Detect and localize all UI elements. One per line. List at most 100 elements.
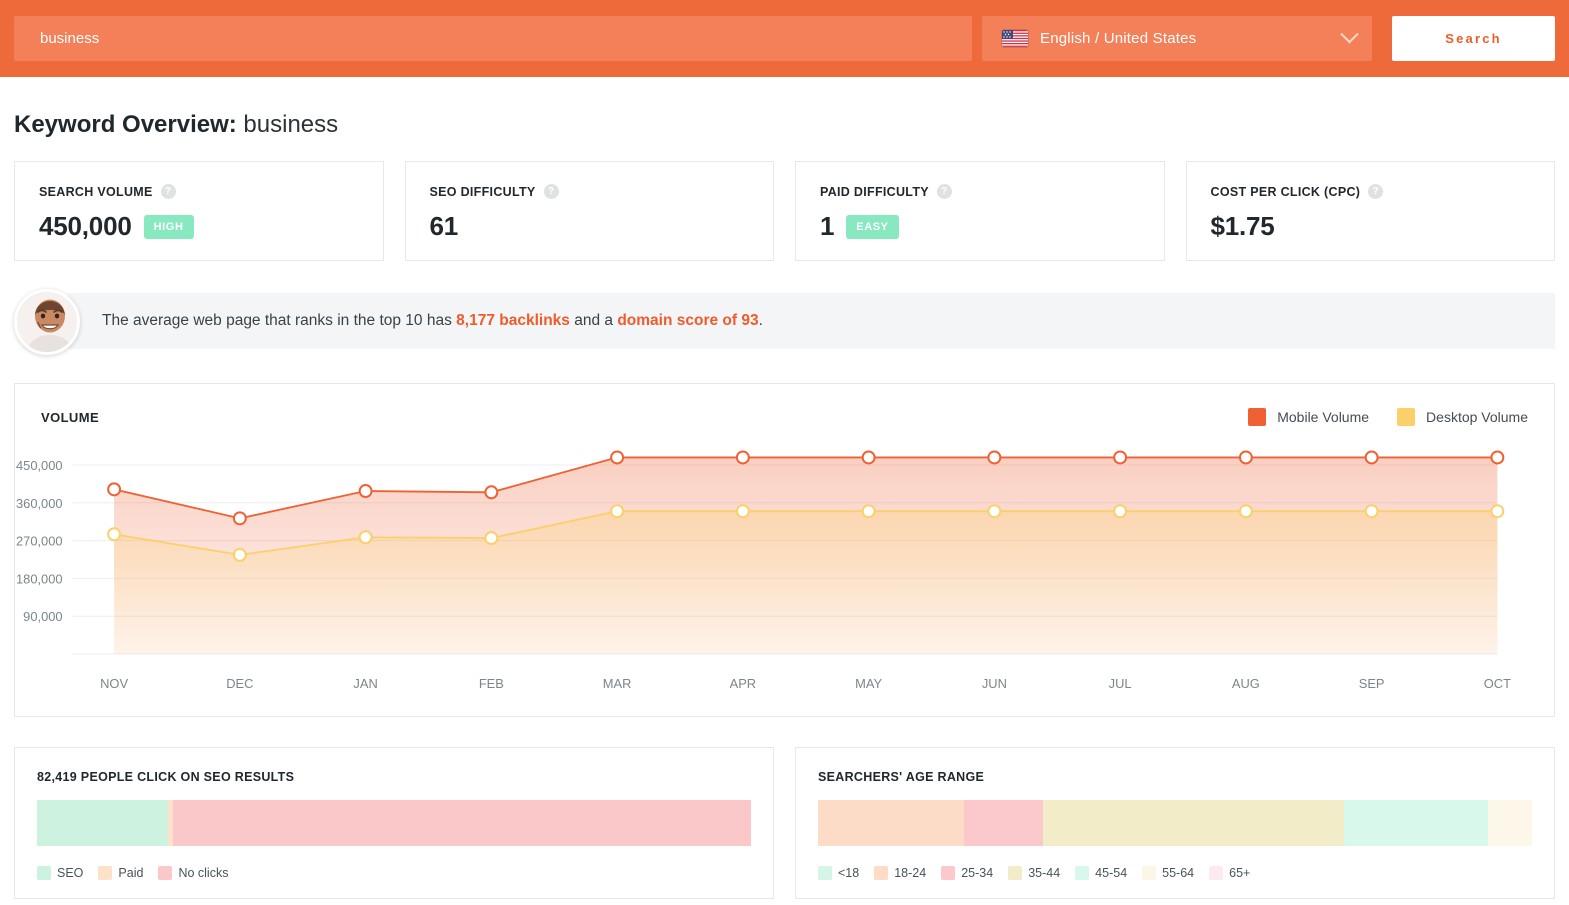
seo-clicks-segment[interactable] — [172, 800, 751, 846]
data-point[interactable] — [735, 504, 750, 519]
data-point[interactable] — [861, 504, 876, 519]
age-range-segment[interactable] — [1344, 800, 1488, 846]
legend-swatch-mobile — [1248, 408, 1267, 426]
age-range-segment[interactable] — [1487, 800, 1532, 846]
data-point[interactable] — [1490, 504, 1505, 519]
legend-swatch-desktop — [1397, 408, 1416, 426]
status-badge: HIGH — [143, 214, 194, 239]
metric-card-seo-difficulty: SEO DIFFICULTY ? 61 — [404, 161, 774, 261]
x-axis-tick-label: JAN — [353, 676, 377, 691]
card-label: SEO DIFFICULTY — [429, 184, 536, 199]
data-point[interactable] — [107, 482, 122, 497]
age-range-segment[interactable] — [818, 800, 965, 846]
data-point[interactable] — [610, 504, 625, 519]
age-range-legend-item[interactable]: <18 — [818, 866, 859, 880]
data-point[interactable] — [1364, 504, 1379, 519]
volume-chart: 90,000 180,000 270,000 360,000 450,000 NOV DEC… — [15, 426, 1554, 716]
seo-clicks-bar — [37, 800, 751, 846]
age-range-legend-item[interactable]: 18-24 — [874, 866, 926, 880]
data-point[interactable] — [1364, 450, 1379, 465]
search-input[interactable] — [14, 16, 972, 61]
data-point[interactable] — [358, 530, 373, 545]
help-icon[interactable]: ? — [936, 184, 952, 199]
x-axis-tick-label: NOV — [100, 676, 128, 691]
help-icon[interactable]: ? — [543, 184, 559, 199]
card-label: PAID DIFFICULTY — [820, 184, 929, 199]
x-axis-tick-label: FEB — [479, 676, 504, 691]
age-range-legend-item[interactable]: 25-34 — [941, 866, 993, 880]
age-range-legend-item[interactable]: 35-44 — [1008, 866, 1060, 880]
x-axis-tick-label: APR — [730, 676, 756, 691]
card-header: SEARCH VOLUME ? — [39, 184, 359, 199]
data-point[interactable] — [1238, 450, 1253, 465]
legend-item-mobile[interactable]: Mobile Volume — [1248, 408, 1369, 426]
age-range-legend-item[interactable]: 55-64 — [1142, 866, 1194, 880]
volume-panel: VOLUME Mobile Volume Desktop Volume 90,0… — [14, 383, 1555, 717]
metric-cards: SEARCH VOLUME ? 450,000 HIGH SEO DIFFICU… — [14, 161, 1555, 261]
age-range-legend-swatch — [1008, 866, 1023, 880]
y-axis-tick-label: 360,000 — [16, 496, 63, 511]
language-label: English / United States — [1040, 30, 1197, 47]
card-header: COST PER CLICK (CPC) ? — [1211, 184, 1531, 199]
data-point[interactable] — [1238, 504, 1253, 519]
age-range-segment[interactable] — [964, 800, 1043, 846]
x-axis-tick-label: AUG — [1232, 676, 1260, 691]
search-button[interactable]: Search — [1392, 16, 1555, 61]
data-point[interactable] — [861, 450, 876, 465]
data-point[interactable] — [232, 547, 247, 562]
data-point[interactable] — [484, 531, 499, 546]
card-value-row: 450,000 HIGH — [39, 211, 359, 242]
help-icon[interactable]: ? — [1368, 184, 1384, 199]
card-value: 61 — [429, 211, 459, 241]
insight-highlight-domain-score: domain score of 93 — [617, 312, 759, 329]
age-range-legend-swatch — [1209, 866, 1224, 880]
insight-text-part1: The average web page that ranks in the t… — [102, 312, 457, 329]
card-value: 1 — [820, 211, 835, 241]
data-point[interactable] — [987, 504, 1002, 519]
seo-clicks-legend-label: Paid — [118, 866, 144, 880]
age-range-legend-label: 55-64 — [1162, 866, 1195, 880]
age-range-title: SEARCHERS' AGE RANGE — [818, 770, 985, 784]
data-point[interactable] — [610, 450, 625, 465]
help-icon[interactable]: ? — [160, 184, 176, 199]
language-selector[interactable]: English / United States — [982, 16, 1372, 61]
age-range-legend: <18 18-24 25-34 35-44 45-54 55-64 65+ — [818, 866, 1532, 880]
age-range-bar — [818, 800, 1532, 846]
seo-clicks-legend-item[interactable]: SEO — [37, 866, 83, 880]
insight-highlight-backlinks: 8,177 backlinks — [456, 312, 570, 329]
volume-chart-svg: 90,000 180,000 270,000 360,000 450,000 NOV DEC… — [16, 450, 1511, 691]
metric-card-cpc: COST PER CLICK (CPC) ? $1.75 — [1185, 161, 1555, 261]
data-point[interactable] — [484, 485, 499, 500]
data-point[interactable] — [358, 484, 373, 499]
data-point[interactable] — [735, 450, 750, 465]
seo-clicks-legend-label: No clicks — [178, 866, 229, 880]
data-point[interactable] — [232, 511, 247, 526]
seo-clicks-legend-item[interactable]: No clicks — [158, 866, 228, 880]
age-range-legend-label: 18-24 — [894, 866, 927, 880]
data-point[interactable] — [1490, 450, 1505, 465]
x-axis-tick-label: DEC — [226, 676, 253, 691]
data-point[interactable] — [107, 527, 122, 542]
age-range-legend-label: 35-44 — [1028, 866, 1061, 880]
status-badge: EASY — [846, 214, 899, 239]
card-header: PAID DIFFICULTY ? — [820, 184, 1140, 199]
page-title-prefix: Keyword Overview: — [14, 111, 237, 138]
data-point[interactable] — [1113, 504, 1128, 519]
x-axis-tick-label: JUN — [982, 676, 1007, 691]
x-axis-tick-label: OCT — [1484, 676, 1511, 691]
age-range-legend-swatch — [941, 866, 956, 880]
age-range-segment[interactable] — [1042, 800, 1345, 846]
legend-item-desktop[interactable]: Desktop Volume — [1397, 408, 1528, 426]
chevron-down-icon — [1340, 25, 1359, 44]
bottom-panels: 82,419 PEOPLE CLICK ON SEO RESULTS SEO Pa… — [14, 747, 1555, 899]
age-range-legend-label: 65+ — [1229, 866, 1251, 880]
seo-clicks-legend-item[interactable]: Paid — [98, 866, 143, 880]
age-range-legend-item[interactable]: 65+ — [1209, 866, 1250, 880]
age-range-legend-item[interactable]: 45-54 — [1075, 866, 1127, 880]
y-axis-tick-label: 180,000 — [16, 571, 63, 586]
metric-card-paid-difficulty: PAID DIFFICULTY ? 1 EASY — [795, 161, 1165, 261]
page-title-keyword: business — [243, 111, 339, 138]
data-point[interactable] — [1113, 450, 1128, 465]
data-point[interactable] — [987, 450, 1002, 465]
seo-clicks-segment[interactable] — [37, 800, 169, 846]
